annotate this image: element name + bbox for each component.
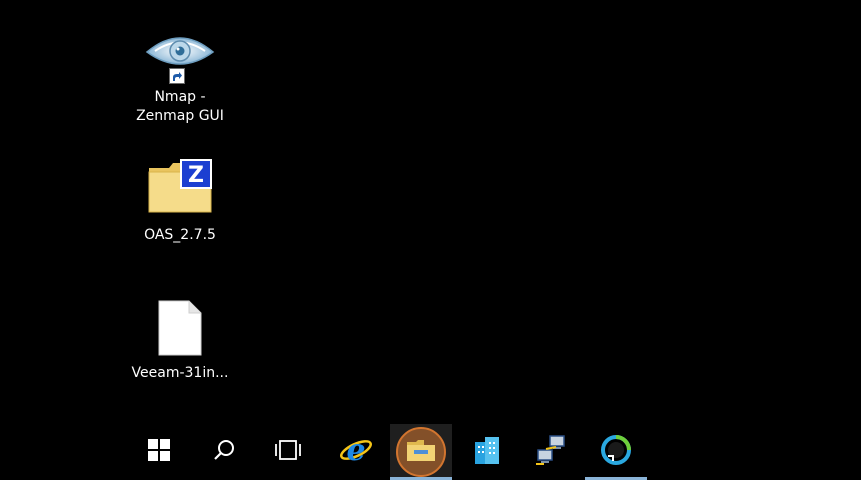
- task-view-button[interactable]: [257, 424, 319, 480]
- internet-explorer-button[interactable]: e: [325, 424, 387, 480]
- network-app-button[interactable]: [520, 424, 582, 480]
- desktop-icon-oas[interactable]: Z OAS_2.7.5: [125, 158, 235, 245]
- desktop: Nmap - Zenmap GUI Z OAS_2.7.5 Veeam-31in…: [0, 0, 861, 480]
- task-view-icon: [274, 440, 302, 464]
- zip-folder-icon: Z: [147, 158, 213, 214]
- blank-file-icon: [158, 300, 202, 356]
- desktop-icon-label: Veeam-31in...: [131, 365, 229, 381]
- taskbar: e: [0, 424, 861, 480]
- eye-icon: [145, 30, 215, 84]
- desktop-icon-veeam-file[interactable]: Veeam-31in...: [125, 300, 235, 383]
- zip-badge-letter: Z: [188, 163, 204, 188]
- server-manager-button[interactable]: [456, 424, 518, 480]
- desktop-icon-label: OAS_2.7.5: [144, 227, 216, 243]
- desktop-icon-nmap-zenmap[interactable]: Nmap - Zenmap GUI: [125, 30, 235, 126]
- desktop-icon-label: Nmap - Zenmap GUI: [136, 89, 224, 124]
- veeam-icon: [600, 434, 632, 470]
- search-button[interactable]: [193, 424, 255, 480]
- svg-text:e: e: [346, 433, 365, 467]
- start-button[interactable]: [128, 424, 190, 480]
- veeam-button[interactable]: [585, 424, 647, 480]
- server-manager-icon: [471, 434, 503, 470]
- folder-icon: [406, 438, 436, 466]
- search-icon: [213, 439, 235, 465]
- internet-explorer-icon: e: [339, 433, 373, 471]
- windows-logo-icon: [148, 439, 170, 465]
- shortcut-arrow-icon: [169, 68, 185, 84]
- network-computers-icon: [534, 434, 568, 470]
- file-explorer-button[interactable]: [390, 424, 452, 480]
